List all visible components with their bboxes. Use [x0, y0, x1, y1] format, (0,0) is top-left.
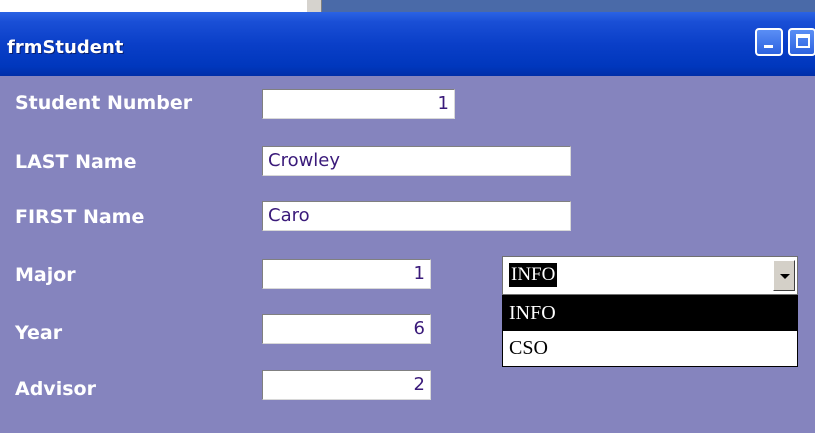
minimize-button[interactable]	[755, 28, 783, 56]
major-combobox-value: INFO	[509, 263, 558, 287]
major-dropdown-list[interactable]: INFO CSO	[502, 295, 798, 367]
major-label: Major	[15, 264, 76, 286]
background-window-strip	[0, 0, 815, 12]
year-field[interactable]: 6	[262, 314, 431, 344]
first-name-field[interactable]: Caro	[262, 201, 571, 231]
first-name-label: FIRST Name	[15, 206, 145, 228]
year-label: Year	[15, 322, 63, 344]
student-number-label: Student Number	[15, 92, 193, 114]
major-option-info[interactable]: INFO	[503, 296, 797, 331]
major-combobox[interactable]: INFO	[502, 256, 798, 295]
background-window-bar	[322, 0, 815, 12]
advisor-label: Advisor	[15, 378, 96, 400]
window-titlebar[interactable]: frmStudent	[0, 12, 815, 76]
last-name-label: LAST Name	[15, 151, 137, 173]
background-window-separator	[306, 0, 322, 12]
major-field[interactable]: 1	[262, 259, 431, 289]
maximize-button[interactable]	[788, 28, 815, 56]
student-number-field[interactable]: 1	[262, 89, 455, 119]
window-title: frmStudent	[7, 37, 124, 58]
last-name-field[interactable]: Crowley	[262, 146, 571, 176]
advisor-field[interactable]: 2	[262, 370, 431, 400]
maximize-icon	[796, 34, 810, 48]
dropdown-arrow-icon	[780, 274, 790, 279]
major-combobox-dropdown-button[interactable]	[773, 260, 795, 291]
major-option-cso[interactable]: CSO	[503, 331, 797, 366]
minimize-icon	[764, 45, 773, 48]
